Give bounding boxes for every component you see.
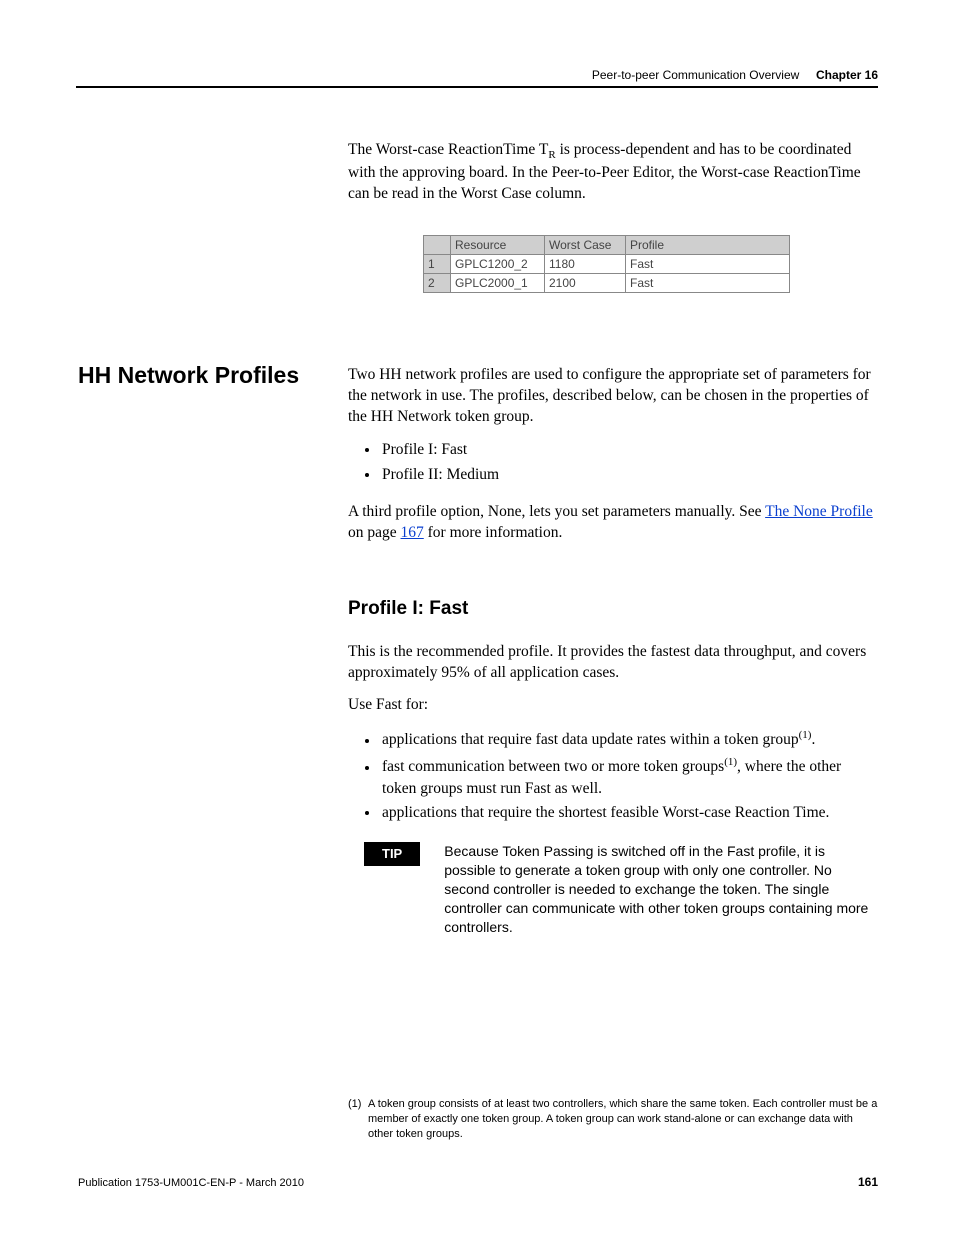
list-item: fast communication between two or more t… (380, 755, 878, 799)
table-cell-worst: 2100 (545, 274, 626, 293)
table-header-worstcase: Worst Case (545, 235, 626, 254)
footer-page-number: 161 (858, 1175, 878, 1189)
worst-case-table-wrap: Resource Worst Case Profile 1 GPLC1200_2… (423, 235, 803, 294)
footnote-ref: (1) (799, 729, 812, 741)
table-cell-resource: GPLC2000_1 (451, 274, 545, 293)
hh-third-mid: on page (348, 524, 401, 541)
header-rule (76, 86, 878, 88)
table-cell-worst: 1180 (545, 254, 626, 273)
li-text-a: applications that require fast data upda… (382, 732, 799, 749)
table-cell-profile: Fast (626, 274, 790, 293)
header-section: Peer-to-peer Communication Overview (592, 68, 799, 82)
section-heading-hh-profiles: HH Network Profiles (78, 362, 299, 389)
profile-p2: Use Fast for: (348, 695, 878, 716)
intro-subscript: R (548, 149, 555, 161)
table-header-profile: Profile (626, 235, 790, 254)
link-none-profile[interactable]: The None Profile (765, 503, 873, 520)
list-item: applications that require the shortest f… (380, 803, 878, 824)
intro-text-a: The Worst-case ReactionTime T (348, 141, 548, 158)
hh-third-post: for more information. (424, 524, 563, 541)
profile-p1: This is the recommended profile. It prov… (348, 642, 878, 684)
hh-profiles-block: Two HH network profiles are used to conf… (348, 365, 878, 555)
list-item: applications that require fast data upda… (380, 728, 878, 751)
hh-profiles-list: Profile I: Fast Profile II: Medium (348, 440, 878, 486)
tip-block: TIP Because Token Passing is switched of… (348, 842, 878, 936)
page-header: Peer-to-peer Communication Overview Chap… (592, 68, 878, 82)
intro-block: The Worst-case ReactionTime TR is proces… (348, 140, 878, 293)
table-header-row: Resource Worst Case Profile (424, 235, 790, 254)
list-item: Profile II: Medium (380, 465, 878, 486)
table-cell-rownum: 2 (424, 274, 451, 293)
tip-badge: TIP (364, 842, 420, 866)
header-chapter: Chapter 16 (816, 68, 878, 82)
table-cell-rownum: 1 (424, 254, 451, 273)
table-row: 1 GPLC1200_2 1180 Fast (424, 254, 790, 273)
worst-case-table: Resource Worst Case Profile 1 GPLC1200_2… (423, 235, 790, 294)
footnote-text: A token group consists of at least two c… (368, 1097, 878, 1142)
footnote-ref: (1) (724, 756, 737, 768)
subheading-profile-fast: Profile I: Fast (348, 596, 878, 622)
tip-text: Because Token Passing is switched off in… (444, 842, 878, 936)
li-text-b: . (811, 732, 815, 749)
intro-paragraph: The Worst-case ReactionTime TR is proces… (348, 140, 878, 205)
hh-intro-paragraph: Two HH network profiles are used to conf… (348, 365, 878, 428)
footnote: (1) A token group consists of at least t… (348, 1097, 878, 1142)
hh-third-pre: A third profile option, None, lets you s… (348, 503, 765, 520)
list-item: Profile I: Fast (380, 440, 878, 461)
link-page-167[interactable]: 167 (401, 524, 424, 541)
li-text-a: fast communication between two or more t… (382, 759, 724, 776)
table-header-resource: Resource (451, 235, 545, 254)
profile-fast-block: Profile I: Fast This is the recommended … (348, 596, 878, 937)
table-cell-resource: GPLC1200_2 (451, 254, 545, 273)
table-cell-profile: Fast (626, 254, 790, 273)
profile-list: applications that require fast data upda… (348, 728, 878, 824)
table-row: 2 GPLC2000_1 2100 Fast (424, 274, 790, 293)
hh-third-paragraph: A third profile option, None, lets you s… (348, 502, 878, 544)
footer-publication: Publication 1753-UM001C-EN-P - March 201… (78, 1177, 304, 1189)
footnote-number: (1) (348, 1097, 368, 1142)
table-header-blank (424, 235, 451, 254)
